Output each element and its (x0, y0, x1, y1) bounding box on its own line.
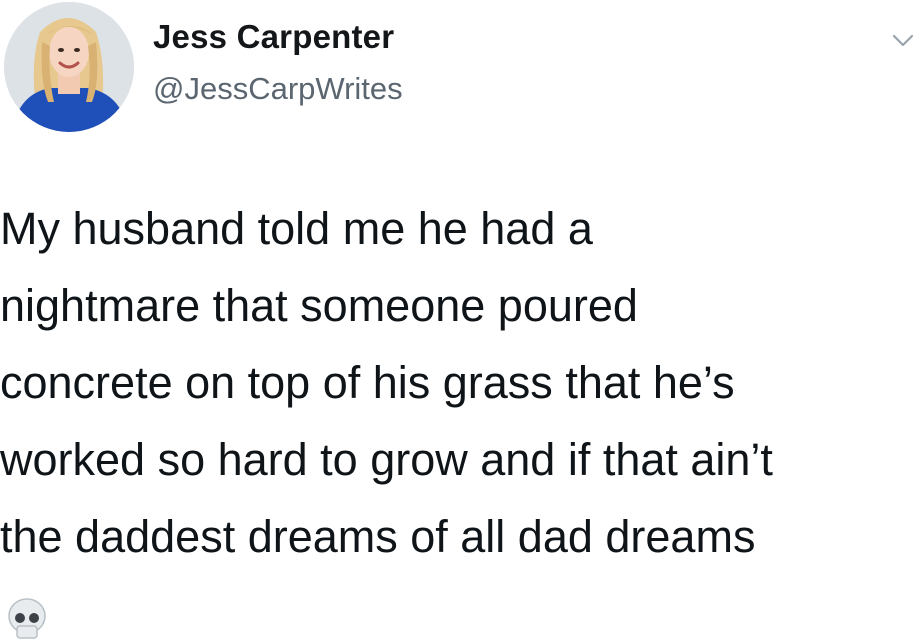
chevron-down-icon[interactable] (888, 26, 917, 56)
tweet-text: My husband told me he had a nightmare th… (0, 190, 917, 575)
tweet-text-line: My husband told me he had a (0, 203, 593, 254)
author-handle[interactable]: @JessCarpWrites (153, 71, 403, 107)
avatar-photo (4, 2, 134, 132)
tweet-card: Jess Carpenter @JessCarpWrites My husban… (0, 0, 917, 639)
tweet-text-line: concrete on top of his grass that he’s (0, 357, 735, 408)
author-display-name[interactable]: Jess Carpenter (153, 18, 394, 56)
tweet-text-line: the daddest dreams of all dad dreams (0, 511, 756, 562)
author-avatar[interactable] (4, 2, 134, 132)
tweet-text-line: worked so hard to grow and if that ain’t (0, 434, 773, 485)
tweet-text-line: nightmare that someone poured (0, 280, 638, 331)
skull-emoji-icon (8, 598, 46, 639)
